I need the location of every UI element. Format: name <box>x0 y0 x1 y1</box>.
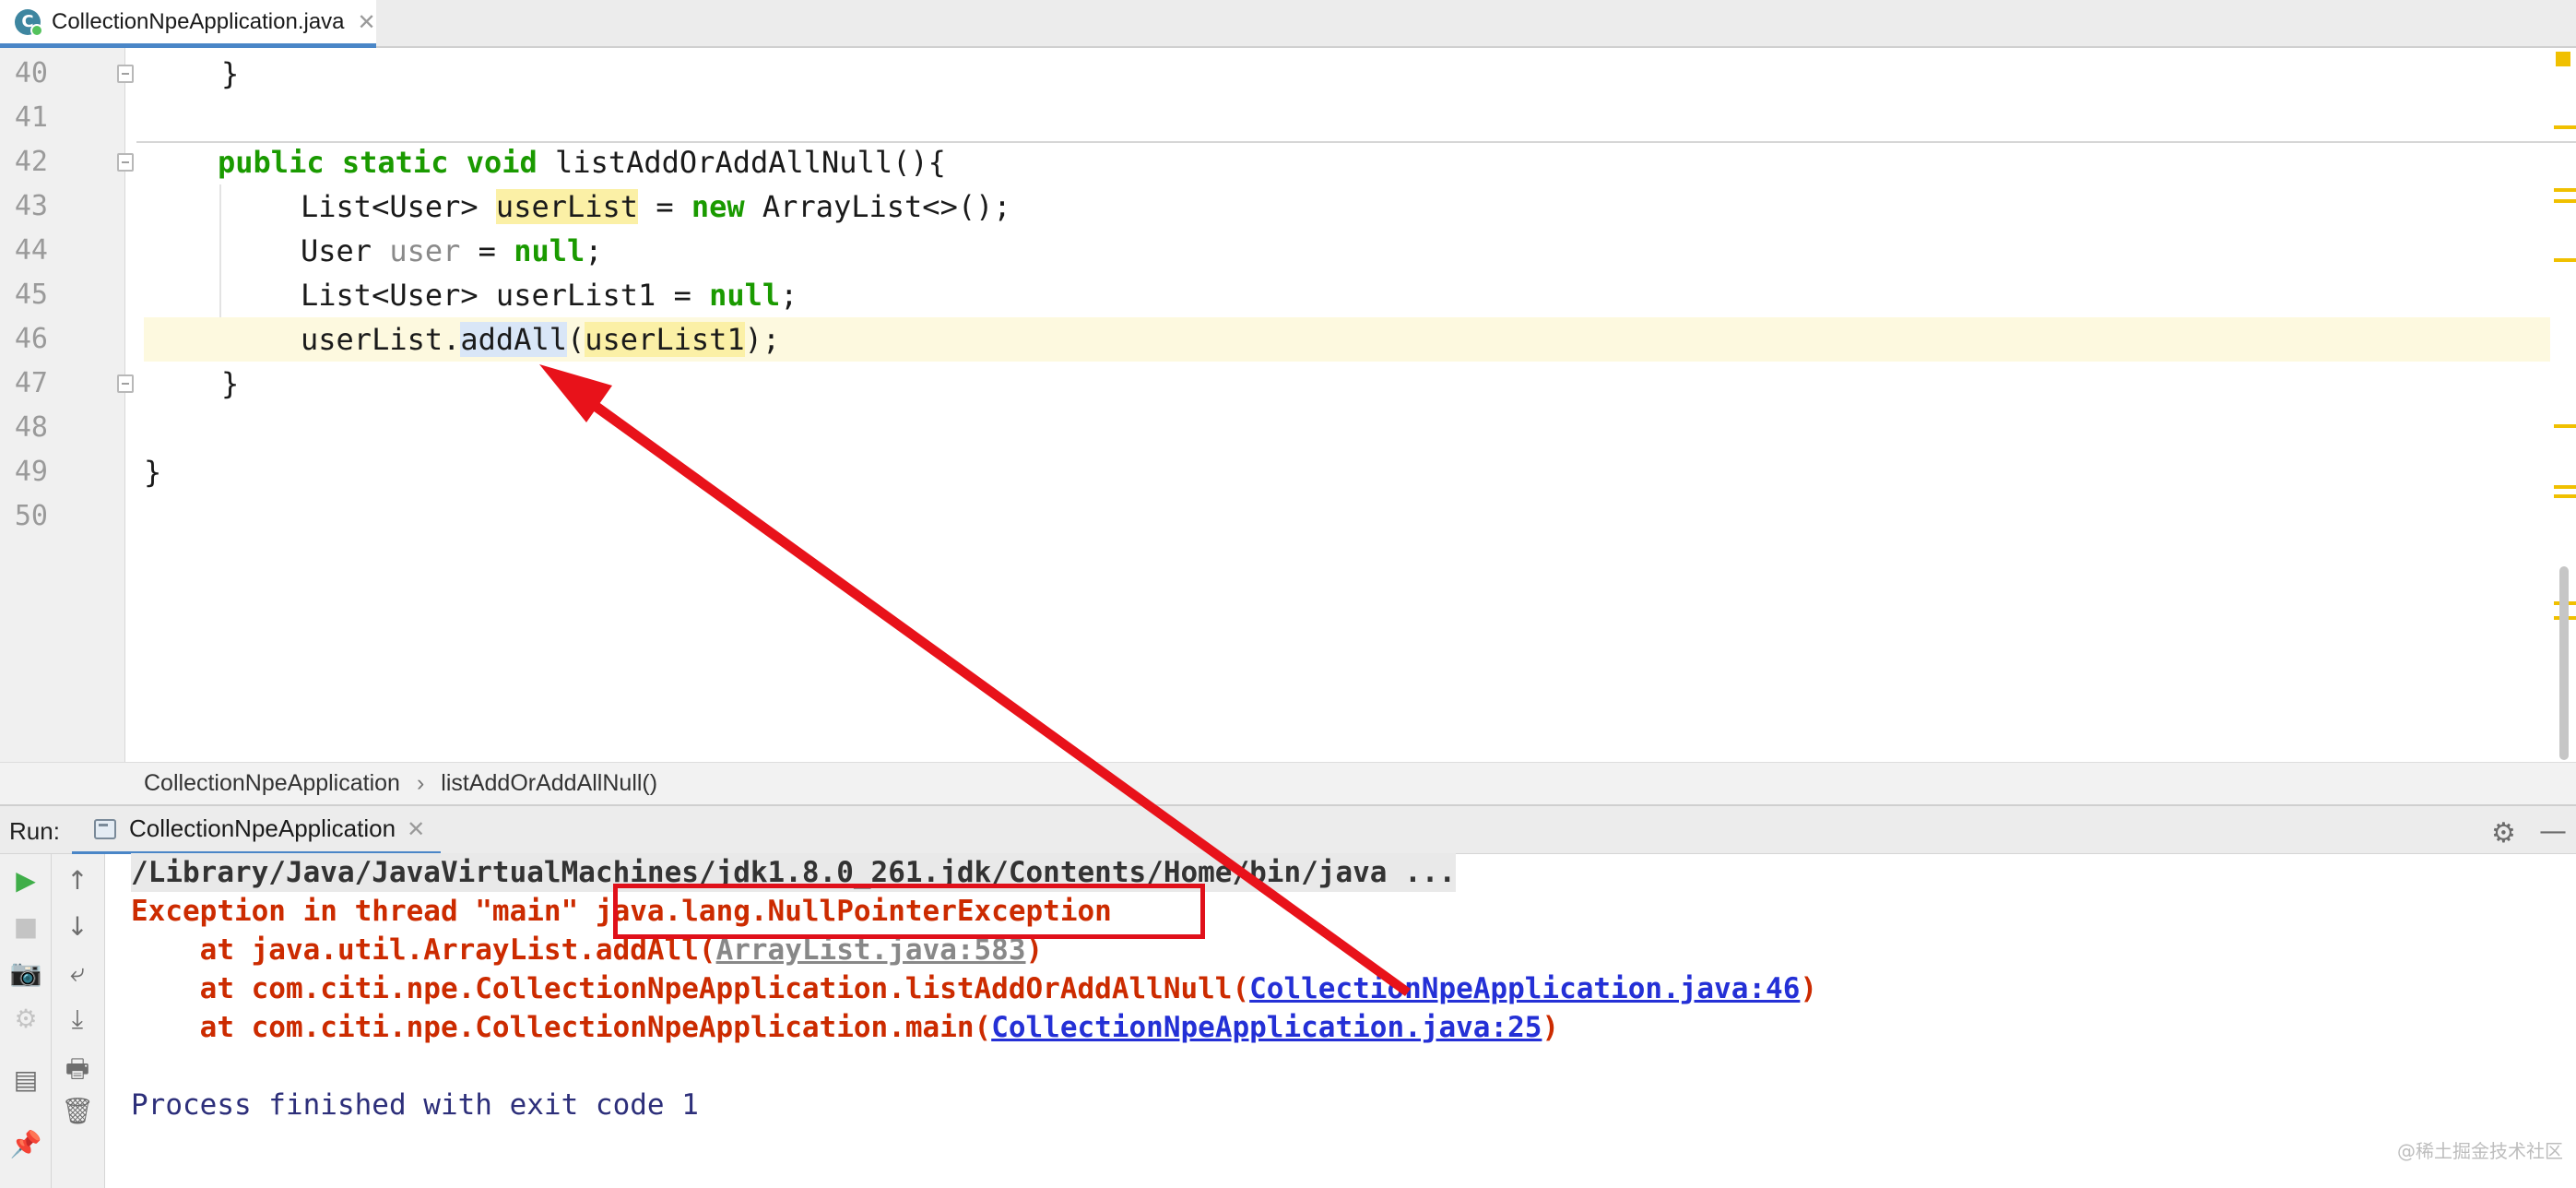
run-label: Run: <box>9 817 60 845</box>
console-stack-line: at com.citi.npe.CollectionNpeApplication… <box>131 972 1818 1005</box>
fold-marker-icon[interactable] <box>117 374 134 393</box>
fold-marker-icon[interactable] <box>117 65 134 83</box>
editor-tab-collectionnpeapplication[interactable]: C CollectionNpeApplication.java ✕ <box>0 0 376 48</box>
annotation-highlight-box <box>613 884 1205 939</box>
line-number: 43 <box>14 190 48 222</box>
run-tab-label: CollectionNpeApplication <box>129 814 396 842</box>
arrow-up-icon[interactable]: ↑ <box>52 865 103 896</box>
code-editor[interactable]: 40 41 42 43 44 45 46 47 48 49 50 } publi… <box>0 48 2576 762</box>
settings-icon[interactable]: ⚙ <box>0 1004 52 1034</box>
watermark: @稀土掘金技术社区 <box>2397 1140 2563 1162</box>
line-number: 40 <box>14 57 48 89</box>
gear-icon[interactable]: ⚙ <box>2491 817 2516 849</box>
layout-icon[interactable]: ▤ <box>0 1064 52 1095</box>
code-line-40: } <box>221 56 240 91</box>
editor-gutter: 40 41 42 43 44 45 46 47 48 49 50 <box>0 48 125 762</box>
highlighted-method: addAll <box>460 322 567 357</box>
code-line-46-current: userList.addAll(userList1); <box>144 317 2550 362</box>
line-number: 45 <box>14 279 48 311</box>
run-tab-collectionnpeapplication[interactable]: CollectionNpeApplication ✕ <box>72 806 441 856</box>
editor-tab-bar: C CollectionNpeApplication.java ✕ <box>0 0 2576 48</box>
breadcrumb-class[interactable]: CollectionNpeApplication <box>144 770 400 797</box>
rerun-icon[interactable]: ▶ <box>0 865 52 896</box>
highlighted-identifier: userList1 <box>585 322 745 357</box>
code-line-47: } <box>221 366 240 401</box>
stack-link[interactable]: CollectionNpeApplication.java:46 <box>1249 972 1800 1005</box>
close-icon[interactable]: ✕ <box>358 9 376 35</box>
code-line-42: public static void listAddOrAddAllNull()… <box>218 145 946 180</box>
error-stripe-mark[interactable] <box>2554 125 2576 129</box>
code-line-44: User user = null; <box>301 233 603 268</box>
minimize-icon[interactable]: — <box>2539 815 2567 848</box>
line-number: 49 <box>14 456 48 488</box>
highlighted-identifier: userList <box>495 189 639 224</box>
line-number: 48 <box>14 411 48 444</box>
line-number: 50 <box>14 500 48 532</box>
editor-scrollbar[interactable] <box>2559 566 2569 760</box>
error-stripe-mark[interactable] <box>2554 424 2576 428</box>
trash-icon[interactable]: 🗑 <box>52 1096 103 1126</box>
error-stripe-mark[interactable] <box>2554 485 2576 489</box>
pin-icon[interactable]: 📌 <box>0 1129 52 1159</box>
close-icon[interactable]: ✕ <box>407 816 425 842</box>
breadcrumb-method[interactable]: listAddOrAddAllNull() <box>441 770 657 797</box>
line-number: 46 <box>14 323 48 355</box>
camera-icon[interactable]: 📷 <box>0 957 52 988</box>
editor-tab-label: CollectionNpeApplication.java <box>52 8 345 34</box>
java-class-icon: C <box>15 8 43 37</box>
error-stripe-mark[interactable] <box>2554 188 2576 192</box>
breadcrumb-separator: › <box>416 770 425 796</box>
stack-link[interactable]: CollectionNpeApplication.java:25 <box>991 1011 1542 1044</box>
run-toolbar-right: ↑ ↓ ⤶ ⤓ 🖶 🗑 <box>52 854 105 1188</box>
code-line-45: List<User> userList1 = null; <box>301 278 798 313</box>
soft-wrap-icon[interactable]: ⤶ <box>52 957 103 989</box>
console-exit-line: Process finished with exit code 1 <box>131 1088 699 1122</box>
stop-icon[interactable]: ■ <box>0 911 52 942</box>
error-stripe-mark[interactable] <box>2554 494 2576 498</box>
scroll-to-end-icon[interactable]: ⤓ <box>52 1004 103 1035</box>
line-number: 44 <box>14 234 48 267</box>
code-line-49: } <box>144 455 162 490</box>
error-stripe-mark[interactable] <box>2554 258 2576 262</box>
warning-stripe-icon[interactable] <box>2556 52 2570 66</box>
code-line-43: List<User> userList = new ArrayList<>(); <box>301 189 1011 224</box>
error-stripe-mark[interactable] <box>2554 199 2576 203</box>
line-number: 47 <box>14 367 48 399</box>
line-number: 42 <box>14 146 48 178</box>
fold-marker-icon[interactable] <box>117 153 134 172</box>
run-panel-header: Run: CollectionNpeApplication ✕ ⚙ — <box>0 804 2576 856</box>
arrow-down-icon[interactable]: ↓ <box>52 911 103 942</box>
breadcrumb: CollectionNpeApplication › listAddOrAddA… <box>0 762 2576 804</box>
console-stack-line: at com.citi.npe.CollectionNpeApplication… <box>131 1011 1560 1044</box>
line-number: 41 <box>14 101 48 134</box>
print-icon[interactable]: 🖶 <box>52 1050 103 1094</box>
console-icon <box>94 818 116 839</box>
run-toolbar-left: ▶ ■ 📷 ⚙ ▤ 📌 <box>0 854 52 1188</box>
